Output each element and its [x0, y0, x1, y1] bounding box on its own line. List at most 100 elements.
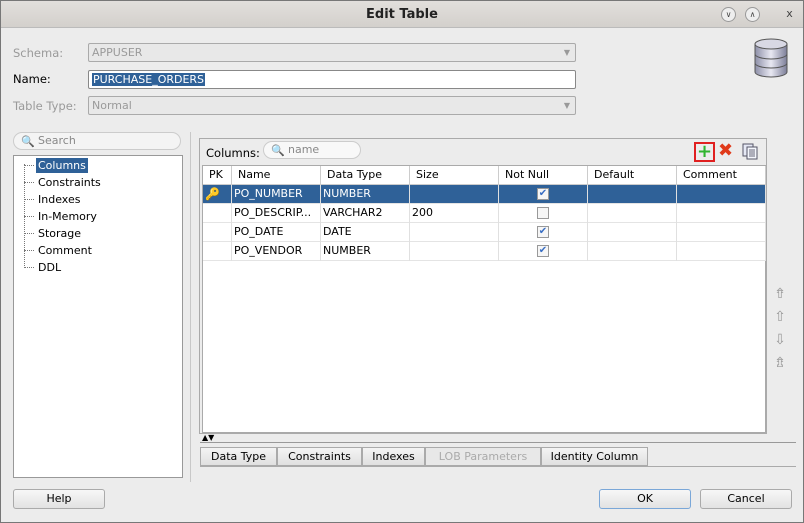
cell-comment[interactable] [677, 185, 766, 204]
sidebar-item-indexes[interactable]: Indexes [36, 192, 82, 207]
columns-filter-input[interactable]: 🔍 name [263, 141, 361, 159]
schema-select[interactable]: APPUSER ▼ [88, 43, 576, 62]
cell-name[interactable]: PO_DATE [232, 223, 321, 242]
name-value: PURCHASE_ORDERS [92, 73, 206, 86]
not-null-checkbox[interactable]: ✔ [537, 245, 549, 257]
sidebar-item-ddl[interactable]: DDL [36, 260, 63, 275]
cell-name[interactable]: PO_VENDOR [232, 242, 321, 261]
tree-connector [24, 182, 34, 183]
cell-size[interactable] [410, 185, 499, 204]
cell-type[interactable]: DATE [321, 223, 410, 242]
dialog-title: Edit Table [366, 7, 438, 22]
column-header-pk[interactable]: PK [203, 166, 232, 185]
navigation-tree: Columns Constraints Indexes In-Memory St… [13, 155, 183, 478]
copy-columns-button[interactable] [742, 143, 759, 160]
minimize-button[interactable]: ∨ [721, 7, 736, 22]
cell-pk[interactable] [203, 242, 232, 261]
sidebar-item-columns[interactable]: Columns [36, 158, 88, 173]
cell-pk[interactable]: 🔑 [203, 185, 232, 204]
edit-table-dialog: Edit Table ∨ ∧ x Schema: APPUSER ▼ Name: … [0, 0, 804, 523]
column-header-size[interactable]: Size [410, 166, 499, 185]
tab-data-type[interactable]: Data Type [200, 447, 277, 466]
ok-button[interactable]: OK [599, 489, 691, 509]
cell-not-null[interactable]: ✔ [499, 185, 588, 204]
tab-lob-parameters[interactable]: LOB Parameters [425, 447, 541, 466]
tree-connector [24, 216, 34, 217]
search-placeholder: Search [38, 134, 76, 147]
cell-type[interactable]: NUMBER [321, 185, 410, 204]
table-row[interactable]: PO_DESCRIP... VARCHAR2 200 [203, 204, 766, 223]
cell-type[interactable]: VARCHAR2 [321, 204, 410, 223]
cell-size[interactable] [410, 223, 499, 242]
table-row[interactable]: PO_VENDOR NUMBER ✔ [203, 242, 766, 261]
cell-default[interactable] [588, 242, 677, 261]
schema-value: APPUSER [92, 46, 143, 59]
add-column-button[interactable]: + [694, 142, 715, 162]
not-null-checkbox[interactable]: ✔ [537, 188, 549, 200]
cell-default[interactable] [588, 223, 677, 242]
chevron-down-icon: ▼ [563, 101, 570, 110]
ok-label: OK [637, 492, 653, 505]
cell-default[interactable] [588, 204, 677, 223]
cell-not-null[interactable] [499, 204, 588, 223]
move-to-bottom-icon[interactable]: ⇯ [772, 355, 788, 371]
table-type-select[interactable]: Normal ▼ [88, 96, 576, 115]
splitter[interactable] [190, 132, 191, 482]
tree-connector [24, 233, 34, 234]
cell-size[interactable]: 200 [410, 204, 499, 223]
not-null-checkbox[interactable] [537, 207, 549, 219]
tree-connector [24, 267, 34, 268]
database-icon [754, 38, 788, 78]
primary-key-icon: 🔑 [205, 187, 220, 201]
column-header-not-null[interactable]: Not Null [499, 166, 588, 185]
cell-type[interactable]: NUMBER [321, 242, 410, 261]
table-type-label: Table Type: [13, 99, 77, 113]
tab-indexes[interactable]: Indexes [362, 447, 425, 466]
maximize-button[interactable]: ∧ [745, 7, 760, 22]
cell-name[interactable]: PO_DESCRIP... [232, 204, 321, 223]
sidebar-search-input[interactable]: 🔍 Search [13, 132, 181, 150]
cell-comment[interactable] [677, 204, 766, 223]
help-button[interactable]: Help [13, 489, 105, 509]
tab-identity-column[interactable]: Identity Column [541, 447, 648, 466]
sidebar-item-constraints[interactable]: Constraints [36, 175, 103, 190]
sidebar-item-comment[interactable]: Comment [36, 243, 94, 258]
cell-not-null[interactable]: ✔ [499, 242, 588, 261]
filter-placeholder: name [288, 143, 320, 156]
move-to-top-icon[interactable]: ⇮ [772, 286, 788, 302]
cell-default[interactable] [588, 185, 677, 204]
columns-table: PK Name Data Type Size Not Null Default Commen… [202, 165, 766, 433]
table-row[interactable]: 🔑 PO_NUMBER NUMBER ✔ [203, 185, 766, 204]
cell-pk[interactable] [203, 223, 232, 242]
not-null-checkbox[interactable]: ✔ [537, 226, 549, 238]
move-down-icon[interactable]: ⇩ [772, 332, 788, 348]
divider [200, 466, 796, 467]
sidebar-item-storage[interactable]: Storage [36, 226, 83, 241]
cell-name[interactable]: PO_NUMBER [232, 185, 321, 204]
column-header-default[interactable]: Default [588, 166, 677, 185]
column-header-name[interactable]: Name [232, 166, 321, 185]
move-up-icon[interactable]: ⇧ [772, 309, 788, 325]
cell-pk[interactable] [203, 204, 232, 223]
cell-comment[interactable] [677, 242, 766, 261]
cell-comment[interactable] [677, 223, 766, 242]
plus-icon: + [696, 141, 713, 162]
tree-connector [24, 250, 34, 251]
table-type-value: Normal [92, 99, 132, 112]
cancel-button[interactable]: Cancel [700, 489, 792, 509]
collapse-expand-arrows[interactable]: ▲▼ [202, 433, 214, 442]
column-header-comment[interactable]: Comment [677, 166, 766, 185]
tab-constraints[interactable]: Constraints [277, 447, 362, 466]
title-bar: Edit Table [1, 1, 803, 28]
column-header-type[interactable]: Data Type [321, 166, 410, 185]
chevron-down-icon: ▼ [563, 48, 570, 57]
close-button[interactable]: x [782, 7, 797, 22]
tree-connector [24, 165, 34, 166]
cancel-label: Cancel [727, 492, 765, 505]
cell-size[interactable] [410, 242, 499, 261]
table-row[interactable]: PO_DATE DATE ✔ [203, 223, 766, 242]
name-input[interactable]: PURCHASE_ORDERS [88, 70, 576, 89]
cell-not-null[interactable]: ✔ [499, 223, 588, 242]
remove-column-button[interactable]: ✖ [718, 141, 733, 161]
sidebar-item-in-memory[interactable]: In-Memory [36, 209, 99, 224]
